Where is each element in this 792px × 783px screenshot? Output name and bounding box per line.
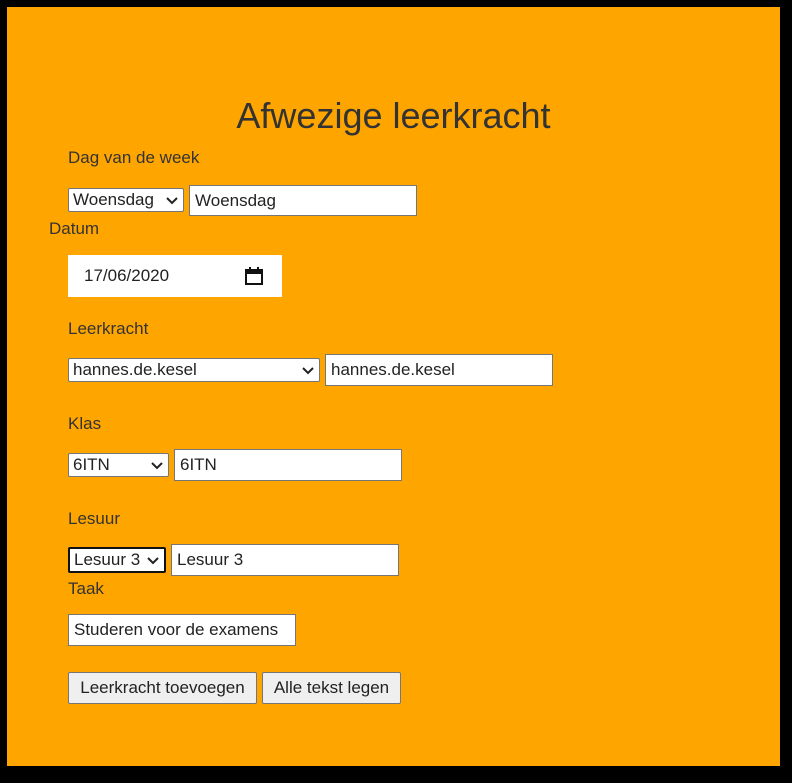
task-label: Taak [68, 579, 104, 598]
chevron-down-icon [302, 367, 314, 375]
teacher-select[interactable]: hannes.de.kesel [68, 358, 320, 382]
class-select-value: 6ITN [73, 455, 110, 474]
form-panel: Afwezige leerkracht Dag van de week Woen… [7, 7, 780, 766]
period-select[interactable]: Lesuur 3 [68, 547, 166, 573]
teacher-select-value: hannes.de.kesel [73, 360, 197, 379]
day-input[interactable]: Woensdag [189, 185, 417, 216]
task-input[interactable]: Studeren voor de examens [68, 614, 296, 646]
chevron-down-icon [166, 197, 178, 205]
clear-text-button[interactable]: Alle tekst legen [262, 672, 401, 704]
teacher-label: Leerkracht [68, 319, 149, 338]
calendar-icon[interactable] [244, 266, 264, 286]
period-input[interactable]: Lesuur 3 [171, 544, 399, 576]
period-select-value: Lesuur 3 [74, 550, 141, 569]
date-value: 17/06/2020 [84, 266, 170, 285]
chevron-down-icon [151, 462, 163, 470]
class-select[interactable]: 6ITN [68, 453, 169, 477]
class-label: Klas [68, 414, 102, 433]
day-select-value: Woensdag [73, 190, 154, 209]
date-label: Datum [49, 219, 100, 238]
teacher-input[interactable]: hannes.de.kesel [325, 354, 553, 386]
chevron-down-icon [147, 557, 159, 565]
page-title: Afwezige leerkracht [236, 95, 551, 136]
date-input[interactable]: 17/06/2020 [68, 255, 282, 297]
period-label: Lesuur [68, 509, 120, 528]
class-input[interactable]: 6ITN [174, 449, 402, 481]
day-label: Dag van de week [68, 148, 200, 167]
day-select[interactable]: Woensdag [68, 188, 184, 212]
add-teacher-button[interactable]: Leerkracht toevoegen [68, 672, 257, 704]
